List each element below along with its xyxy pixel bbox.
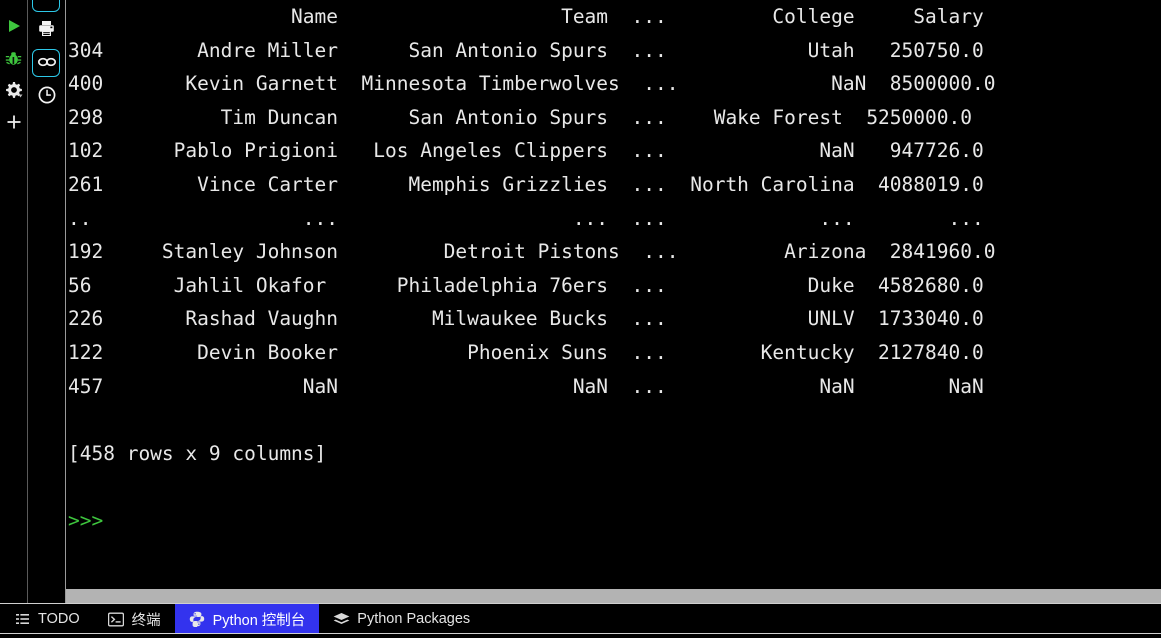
statusbar-tab-python-console[interactable]: Python 控制台 bbox=[174, 604, 320, 634]
statusbar-tab-python-console-label: Python 控制台 bbox=[212, 612, 306, 629]
statusbar-tab-terminal[interactable]: 终端 bbox=[94, 604, 175, 634]
gear-icon bbox=[5, 81, 23, 99]
history-button[interactable] bbox=[28, 80, 65, 113]
statusbar: TODO 终端 Python 控制台 Python Packages bbox=[0, 604, 1161, 634]
python-console-output[interactable]: Name Team ... College Salary 304 Andre M… bbox=[66, 0, 1161, 588]
rerun-button[interactable] bbox=[28, 0, 65, 14]
clock-icon bbox=[37, 85, 57, 109]
bug-icon bbox=[5, 50, 22, 67]
window-bottom-edge bbox=[0, 634, 1161, 638]
selection-outline bbox=[32, 49, 60, 77]
run-rail-bottom-filler bbox=[0, 589, 28, 603]
selection-outline bbox=[32, 0, 60, 12]
statusbar-tab-todo-label: TODO bbox=[38, 611, 80, 627]
printer-icon bbox=[37, 19, 56, 42]
run-toolbar bbox=[0, 0, 28, 601]
settings-button[interactable] bbox=[0, 74, 27, 106]
statusbar-tab-python-packages-label: Python Packages bbox=[357, 611, 471, 627]
console-horizontal-scrollbar[interactable] bbox=[66, 589, 1161, 603]
statusbar-tab-terminal-label: 终端 bbox=[131, 612, 161, 629]
add-button[interactable] bbox=[0, 106, 27, 138]
layers-icon bbox=[333, 611, 350, 628]
terminal-icon bbox=[108, 611, 125, 628]
list-icon bbox=[14, 611, 31, 628]
console-summary-text: [458 rows x 9 columns] bbox=[68, 441, 327, 465]
run-button[interactable] bbox=[0, 10, 27, 42]
plus-icon bbox=[6, 114, 22, 130]
console-dataframe-text: Name Team ... College Salary 304 Andre M… bbox=[68, 5, 996, 398]
console-prompt: >>> bbox=[68, 508, 104, 532]
ide-python-console-window: Name Team ... College Salary 304 Andre M… bbox=[0, 0, 1161, 638]
print-button[interactable] bbox=[28, 14, 65, 47]
debug-button[interactable] bbox=[0, 42, 27, 74]
python-icon bbox=[189, 611, 206, 628]
console-tool-rail bbox=[28, 0, 66, 601]
statusbar-tab-python-packages[interactable]: Python Packages bbox=[319, 604, 484, 634]
variables-button[interactable] bbox=[28, 47, 65, 80]
play-icon bbox=[6, 18, 22, 34]
statusbar-tab-todo[interactable]: TODO bbox=[0, 604, 94, 634]
